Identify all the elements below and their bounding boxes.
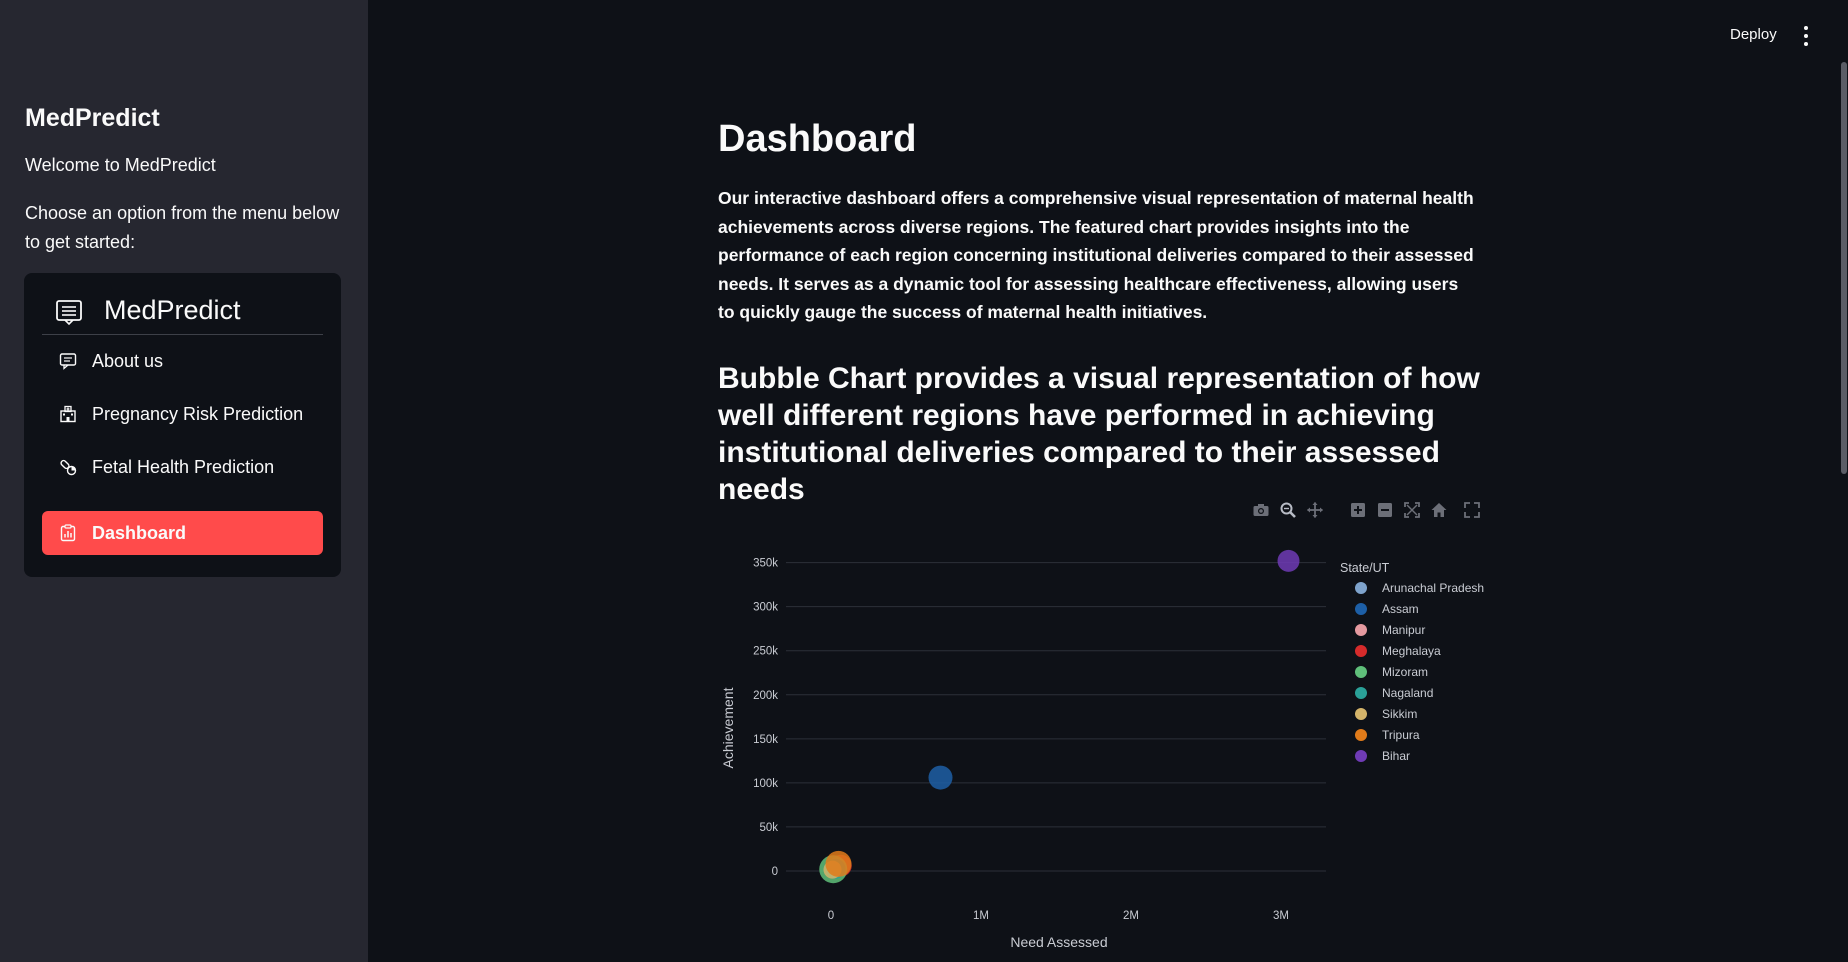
deploy-button[interactable]: Deploy [1720, 22, 1787, 47]
legend-marker [1355, 624, 1367, 636]
legend-item[interactable]: Sikkim [1355, 707, 1417, 721]
chart-modebar [1252, 498, 1490, 522]
legend-item[interactable]: Bihar [1355, 749, 1410, 763]
x-tick-label: 0 [828, 910, 834, 922]
camera-icon[interactable] [1252, 501, 1270, 519]
x-tick-label: 2M [1123, 910, 1139, 922]
legend-item[interactable]: Meghalaya [1355, 644, 1441, 658]
legend-marker [1355, 645, 1367, 657]
y-tick-label: 300k [753, 602, 778, 614]
sidebar-welcome-text: Welcome to MedPredict [25, 155, 216, 175]
x-tick-label: 1M [973, 910, 989, 922]
y-tick-label: 150k [753, 734, 778, 746]
bubble-tripura[interactable] [825, 850, 852, 877]
zoom-icon[interactable] [1279, 501, 1297, 519]
pan-icon[interactable] [1306, 501, 1324, 519]
legend-label: Meghalaya [1382, 644, 1441, 658]
menu-item-label: Pregnancy Risk Prediction [92, 403, 304, 424]
legend-label: Mizoram [1382, 665, 1428, 679]
menu-item-pregnancy-risk[interactable]: Pregnancy Risk Prediction [42, 392, 323, 436]
zoom-out-icon[interactable] [1376, 501, 1394, 519]
home-icon[interactable] [1430, 501, 1448, 519]
main-menu-kebab-icon[interactable] [1798, 26, 1814, 46]
chat-icon [58, 351, 78, 371]
legend-marker [1355, 729, 1367, 741]
legend-item[interactable]: Assam [1355, 602, 1419, 616]
legend-item[interactable]: Tripura [1355, 728, 1420, 742]
y-tick-label: 250k [753, 646, 778, 658]
legend-marker [1355, 582, 1367, 594]
menu-header: MedPredict [42, 287, 323, 335]
zoom-in-icon[interactable] [1349, 501, 1367, 519]
menu-item-fetal-health[interactable]: Fetal Health Prediction [42, 445, 323, 489]
legend-item[interactable]: Nagaland [1355, 686, 1433, 700]
chart-description-heading: Bubble Chart provides a visual represent… [718, 362, 1480, 506]
fullscreen-icon[interactable] [1463, 501, 1481, 519]
y-axis-ticks: 0 50k 100k 150k 200k 250k 300k 350k [753, 558, 778, 878]
capsule-icon [58, 457, 78, 477]
y-tick-label: 350k [753, 558, 778, 570]
x-axis-label: Need Assessed [1010, 934, 1107, 950]
page-title: Dashboard [718, 118, 917, 160]
clipboard-data-icon [58, 523, 78, 543]
y-tick-label: 200k [753, 690, 778, 702]
option-menu: MedPredict About us Pregnancy Risk Predi… [24, 273, 341, 577]
legend-label: Tripura [1382, 728, 1420, 742]
chart-legend[interactable]: State/UT Arunachal Pradesh Assam Manipur Me… [1340, 561, 1484, 763]
legend-marker [1355, 750, 1367, 762]
legend-item[interactable]: Manipur [1355, 623, 1425, 637]
menu-item-about-us[interactable]: About us [42, 339, 323, 383]
x-axis-ticks: 0 1M 2M 3M [828, 910, 1289, 922]
bubble-chart[interactable]: 0 50k 100k 150k 200k 250k 300k 350k 0 1M 2M 3M Nee… [700, 545, 1520, 962]
sidebar: MedPredict Welcome to MedPredict Choose … [0, 0, 368, 962]
y-tick-label: 100k [753, 778, 778, 790]
menu-title: MedPredict [104, 295, 241, 325]
intro-paragraph: Our interactive dashboard offers a compr… [718, 188, 1474, 322]
menu-item-dashboard[interactable]: Dashboard [42, 511, 323, 555]
legend-marker [1355, 603, 1367, 615]
bubble-bihar[interactable] [1277, 549, 1300, 572]
legend-label: Manipur [1382, 623, 1425, 637]
chart-grid [786, 562, 1326, 872]
legend-item[interactable]: Mizoram [1355, 665, 1428, 679]
y-axis-label: Achievement [720, 687, 736, 768]
legend-label: Bihar [1382, 749, 1410, 763]
x-tick-label: 3M [1273, 910, 1289, 922]
menu-item-label: About us [92, 350, 164, 371]
legend-label: Assam [1382, 602, 1419, 616]
scrollbar-thumb[interactable] [1841, 62, 1847, 474]
legend-label: Sikkim [1382, 707, 1417, 721]
card-list-icon [56, 299, 82, 325]
legend-label: Arunachal Pradesh [1382, 581, 1484, 595]
legend-marker [1355, 666, 1367, 678]
sidebar-title: MedPredict [25, 104, 160, 132]
legend-marker [1355, 708, 1367, 720]
legend-marker [1355, 687, 1367, 699]
autoscale-icon[interactable] [1403, 501, 1421, 519]
y-tick-label: 0 [772, 866, 778, 878]
legend-label: Nagaland [1382, 686, 1433, 700]
menu-item-label: Dashboard [92, 522, 187, 543]
hospital-icon [58, 404, 78, 424]
legend-title: State/UT [1340, 561, 1390, 575]
bubble-assam[interactable] [928, 765, 953, 790]
y-tick-label: 50k [759, 822, 778, 834]
sidebar-instructions: Choose an option from the menu below to … [25, 203, 340, 252]
legend-item[interactable]: Arunachal Pradesh [1355, 581, 1484, 595]
bubble-points[interactable] [819, 549, 1300, 884]
menu-item-label: Fetal Health Prediction [92, 456, 275, 477]
